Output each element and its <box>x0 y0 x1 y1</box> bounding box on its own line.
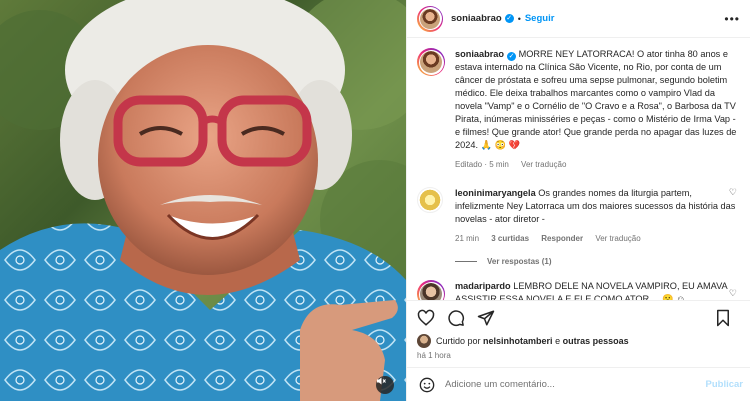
see-translation-link[interactable]: Ver tradução <box>595 234 640 243</box>
caption-username[interactable]: soniaabrao <box>455 49 504 59</box>
comment-item: madaripardo LEMBRO DELE NA NOVELA VAMPIR… <box>417 280 741 300</box>
publish-button[interactable]: Publicar <box>706 379 744 390</box>
liker-avatar <box>417 334 431 348</box>
comment-like-heart-icon[interactable]: ♡ <box>729 288 737 299</box>
post-side-panel: soniaabrao ✓ • Seguir ••• soniaabrao ✓ MO… <box>406 0 750 401</box>
comments-section[interactable]: soniaabrao ✓ MORRE NEY LATORRACA! O ator … <box>407 38 750 300</box>
see-translation-link[interactable]: Ver tradução <box>521 160 566 169</box>
comment-icon[interactable] <box>447 309 465 327</box>
view-replies-button[interactable]: Ver respostas (1) <box>455 257 741 266</box>
liked-conj: e <box>555 336 561 346</box>
comment-item: leoninimaryangela Os grandes nomes da li… <box>417 187 741 245</box>
commenter-avatar[interactable] <box>417 187 443 213</box>
comment-username[interactable]: madaripardo <box>455 281 511 291</box>
post-photo[interactable] <box>0 0 406 401</box>
share-icon[interactable] <box>477 309 495 327</box>
bookmark-icon[interactable] <box>715 309 731 327</box>
other-likers-link[interactable]: outras pessoas <box>563 336 629 346</box>
comment-username[interactable]: leoninimaryangela <box>455 188 536 198</box>
mute-button[interactable] <box>376 376 394 394</box>
caption: soniaabrao ✓ MORRE NEY LATORRACA! O ator … <box>417 48 741 171</box>
view-replies-label: Ver respostas (1) <box>487 257 552 266</box>
post-header: soniaabrao ✓ • Seguir ••• <box>407 0 750 38</box>
verified-badge-icon: ✓ <box>507 52 517 61</box>
portrait-illustration <box>0 0 406 401</box>
verified-badge-icon: ✓ <box>504 14 514 23</box>
comment-input[interactable]: Adicione um comentário... <box>445 379 555 390</box>
edited-time: Editado · 5 min <box>455 160 509 169</box>
replies-line <box>455 261 477 262</box>
follow-button[interactable]: Seguir <box>525 13 555 24</box>
comment-time: 21 min <box>455 234 480 243</box>
comment-likes[interactable]: 3 curtidas <box>491 234 529 243</box>
commenter-avatar[interactable] <box>417 280 445 300</box>
reply-button[interactable]: Responder <box>541 234 583 243</box>
emoji-icon[interactable] <box>419 377 435 393</box>
heart-icon[interactable] <box>417 309 435 327</box>
liked-by: Curtido por nelsinhotamberi e outras pes… <box>417 334 629 348</box>
speaker-muted-icon <box>377 377 386 385</box>
caption-avatar[interactable] <box>417 48 445 76</box>
liker-username[interactable]: nelsinhotamberi <box>483 336 553 346</box>
author-avatar[interactable] <box>417 5 443 32</box>
author-username[interactable]: soniaabrao <box>451 13 502 24</box>
liked-prefix: Curtido por <box>436 336 481 346</box>
more-options-icon[interactable]: ••• <box>724 12 740 26</box>
action-bar <box>407 300 750 334</box>
add-comment-bar: Adicione um comentário... Publicar <box>407 367 750 401</box>
comment-like-heart-icon[interactable]: ♡ <box>729 187 737 198</box>
post-time: há 1 hora <box>417 351 451 360</box>
separator-dot: • <box>517 13 521 24</box>
caption-text: MORRE NEY LATORRACA! O ator tinha 80 ano… <box>455 49 737 150</box>
